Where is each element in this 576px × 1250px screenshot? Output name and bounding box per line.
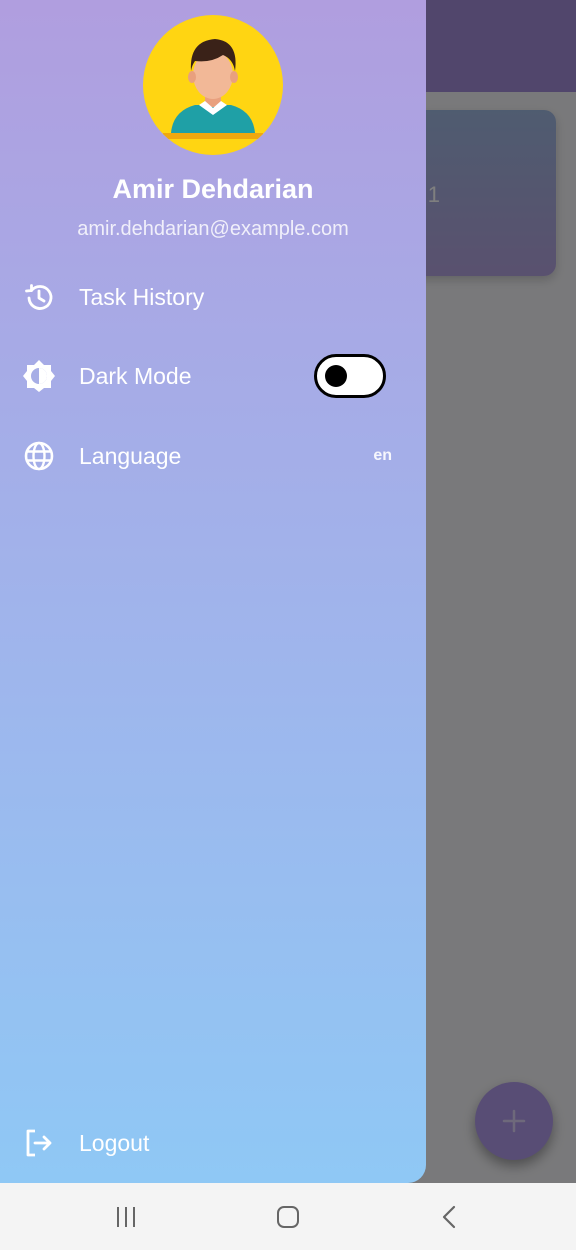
menu-item-language[interactable]: Language en (0, 421, 426, 491)
recent-apps-icon[interactable] (106, 1200, 146, 1234)
language-value: en (373, 447, 392, 464)
dark-mode-toggle[interactable] (314, 354, 386, 398)
menu-item-task-history[interactable]: Task History (0, 262, 426, 332)
navigation-drawer: Amir Dehdarian amir.dehdarian@example.co… (0, 0, 426, 1183)
menu-item-label: Dark Mode (79, 362, 192, 389)
logout-icon (22, 1126, 56, 1160)
menu-item-label: Task History (79, 283, 205, 310)
logout-label: Logout (79, 1129, 150, 1156)
menu-item-label: Language (79, 442, 182, 469)
user-email: amir.dehdarian@example.com (77, 218, 349, 240)
user-avatar-icon (143, 15, 283, 155)
user-name: Amir Dehdarian (112, 174, 314, 204)
menu-item-dark-mode[interactable]: Dark Mode (0, 341, 426, 411)
back-icon[interactable] (430, 1200, 470, 1234)
home-icon[interactable] (268, 1200, 308, 1234)
brightness-icon (22, 359, 56, 393)
history-icon (22, 280, 56, 314)
toggle-knob (325, 365, 347, 387)
logout-button[interactable]: Logout (0, 1108, 426, 1178)
system-navigation-bar (0, 1183, 576, 1250)
globe-icon (22, 439, 56, 473)
